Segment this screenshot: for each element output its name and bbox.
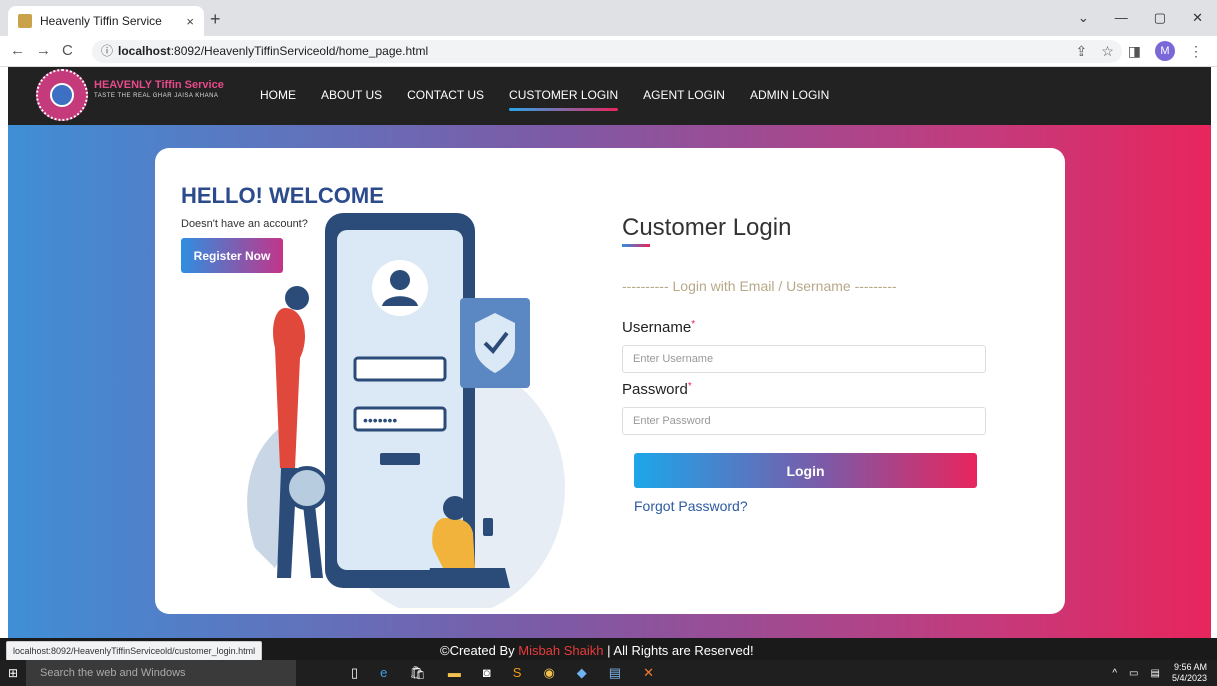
tray-chevron-icon[interactable]: ^ <box>1112 668 1117 679</box>
favicon-icon <box>18 14 32 28</box>
website-viewport: HEAVENLY Tiffin Service TASTE THE REAL G… <box>8 67 1211 638</box>
box-icon[interactable]: ◆ <box>577 665 587 681</box>
menu-kebab-icon[interactable]: ⋮ <box>1189 43 1203 60</box>
camera-icon[interactable]: ◙ <box>483 665 491 681</box>
password-label: Password* <box>622 381 692 398</box>
logo-icon[interactable] <box>36 69 88 121</box>
register-now-button[interactable]: Register Now <box>181 238 283 273</box>
url-field[interactable]: ⓘ localhost:8092/HeavenlyTiffinServiceol… <box>92 40 1122 63</box>
tab-search-icon[interactable]: ⌄ <box>1078 10 1089 26</box>
taskbar-clock[interactable]: 9:56 AM 5/4/2023 <box>1172 662 1207 684</box>
brand-tagline: TASTE THE REAL GHAR JAISA KHANA <box>94 93 219 99</box>
nav-customer-login[interactable]: CUSTOMER LOGIN <box>509 88 619 111</box>
title-underline <box>622 244 650 247</box>
close-window-icon[interactable]: ✕ <box>1192 10 1203 26</box>
tab-title: Heavenly Tiffin Service <box>40 14 162 28</box>
taskbar-apps: ▯ e 🛍 ▬ ◙ S ◉ ◆ ▤ ✕ <box>351 665 654 681</box>
battery-icon[interactable]: ▭ <box>1129 668 1138 679</box>
site-header: HEAVENLY Tiffin Service TASTE THE REAL G… <box>8 67 1211 125</box>
forgot-password-link[interactable]: Forgot Password? <box>634 498 748 514</box>
info-icon: ⓘ <box>101 44 114 58</box>
password-input[interactable] <box>622 407 986 435</box>
login-card: ••••••• HELLO! WELCOME Doesn't have an a… <box>155 148 1065 614</box>
new-tab-button[interactable]: + <box>210 9 221 30</box>
reload-icon[interactable]: C <box>62 42 73 59</box>
windows-start-icon[interactable]: ⊞ <box>0 666 26 680</box>
login-button[interactable]: Login <box>634 453 977 488</box>
store-icon[interactable]: 🛍 <box>409 665 426 681</box>
no-account-text: Doesn't have an account? <box>181 218 308 230</box>
clock-time: 9:56 AM <box>1173 662 1207 672</box>
footer-suffix: | All Rights are Reserved! <box>603 643 754 658</box>
chrome-icon[interactable]: ◉ <box>543 665 554 681</box>
required-mark: * <box>687 381 692 392</box>
footer-copyright: ©Created By Misbah Shaikh | All Rights a… <box>440 643 754 658</box>
username-input[interactable] <box>622 345 986 373</box>
footer-prefix: ©Created By <box>440 643 519 658</box>
xampp-icon[interactable]: ✕ <box>643 665 654 681</box>
sidepanel-icon[interactable]: ◨ <box>1128 43 1141 60</box>
task-view-icon[interactable]: ▯ <box>351 665 358 681</box>
notification-icon[interactable]: ▤ <box>1151 668 1160 679</box>
username-label: Username* <box>622 319 695 336</box>
minimize-icon[interactable]: — <box>1115 10 1128 26</box>
browser-tab-bar: Heavenly Tiffin Service × + ⌄ — ▢ ✕ <box>0 0 1217 36</box>
edge-icon[interactable]: e <box>380 665 387 681</box>
forward-icon[interactable]: → <box>36 42 51 59</box>
main-nav: HOME ABOUT US CONTACT US CUSTOMER LOGIN … <box>260 88 829 111</box>
login-divider-text: ---------- Login with Email / Username -… <box>622 278 897 294</box>
back-icon[interactable]: ← <box>10 42 25 59</box>
nav-about-us[interactable]: ABOUT US <box>321 88 382 102</box>
windows-taskbar: ⊞ Search the web and Windows ▯ e 🛍 ▬ ◙ S… <box>0 660 1217 686</box>
required-mark: * <box>691 319 696 330</box>
footer-author: Misbah Shaikh <box>518 643 604 658</box>
brand-name: HEAVENLY Tiffin Service <box>94 79 224 91</box>
profile-avatar[interactable]: M <box>1155 41 1175 61</box>
file-explorer-icon[interactable]: ▬ <box>448 665 461 681</box>
browser-tab[interactable]: Heavenly Tiffin Service × <box>8 6 204 36</box>
welcome-heading: HELLO! WELCOME <box>181 183 384 208</box>
share-icon[interactable]: ⇪ <box>1075 43 1087 60</box>
sublime-icon[interactable]: S <box>513 665 522 681</box>
address-bar-row: ← → C ⓘ localhost:8092/HeavenlyTiffinSer… <box>0 36 1217 67</box>
password-label-text: Password <box>622 381 688 398</box>
svg-text:•••••••: ••••••• <box>363 412 397 428</box>
nav-contact-us[interactable]: CONTACT US <box>407 88 484 102</box>
login-title: Customer Login <box>622 214 792 241</box>
system-tray: ^ ▭ ▤ 9:56 AM 5/4/2023 <box>1112 662 1207 684</box>
restore-icon[interactable]: ▢ <box>1154 10 1166 26</box>
nav-admin-login[interactable]: ADMIN LOGIN <box>750 88 829 102</box>
notepad-icon[interactable]: ▤ <box>609 665 621 681</box>
window-controls: ⌄ — ▢ ✕ <box>1078 10 1203 26</box>
url-host: localhost <box>118 44 171 58</box>
username-label-text: Username <box>622 319 692 336</box>
bookmark-star-icon[interactable]: ☆ <box>1101 43 1114 60</box>
toolbar-icons: ⇪ ☆ ◨ M ⋮ <box>1075 41 1203 61</box>
taskbar-search-input[interactable]: Search the web and Windows <box>26 660 296 686</box>
nav-home[interactable]: HOME <box>260 88 296 102</box>
close-tab-icon[interactable]: × <box>186 14 194 29</box>
status-bar-url: localhost:8092/HeavenlyTiffinServiceold/… <box>6 641 263 661</box>
nav-agent-login[interactable]: AGENT LOGIN <box>643 88 725 102</box>
clock-date: 5/4/2023 <box>1171 673 1207 683</box>
url-path: :8092/HeavenlyTiffinServiceold/home_page… <box>170 44 429 58</box>
